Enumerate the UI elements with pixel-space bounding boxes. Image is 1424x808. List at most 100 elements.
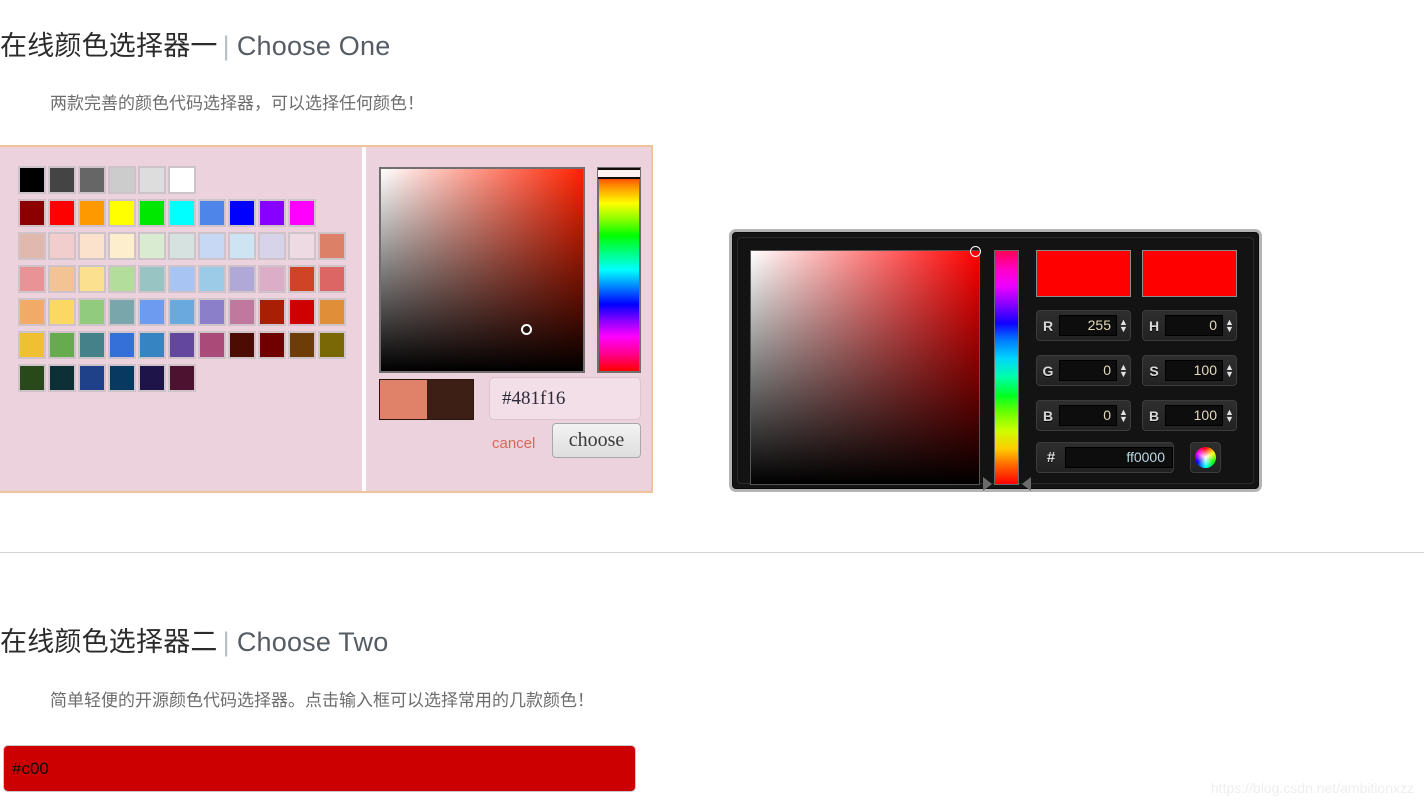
swatch-1-4[interactable] [138, 199, 166, 227]
swatch-6-2[interactable] [78, 364, 106, 392]
swatch-3-6[interactable] [198, 265, 226, 293]
swatch-6-5[interactable] [168, 364, 196, 392]
swatch-5-9[interactable] [288, 331, 316, 359]
field-g-rgb[interactable]: G 0 ▲ ▼ [1036, 355, 1131, 386]
field-value[interactable]: 100 [1165, 360, 1223, 381]
swatch-0-1[interactable] [48, 166, 76, 194]
swatch-6-0[interactable] [18, 364, 46, 392]
swatch-5-1[interactable] [48, 331, 76, 359]
sv-cursor-handle[interactable] [521, 324, 532, 335]
swatch-1-9[interactable] [288, 199, 316, 227]
field-value[interactable]: 0 [1059, 360, 1117, 381]
field-value[interactable]: 255 [1059, 315, 1117, 336]
field-value[interactable]: 0 [1165, 315, 1223, 336]
swatch-2-10[interactable] [318, 232, 346, 260]
swatch-3-8[interactable] [258, 265, 286, 293]
swatch-2-5[interactable] [168, 232, 196, 260]
swatch-6-3[interactable] [108, 364, 136, 392]
swatch-4-5[interactable] [168, 298, 196, 326]
field-b-rgb[interactable]: B 0 ▲ ▼ [1036, 400, 1131, 431]
field-b-hsb[interactable]: B 100 ▲ ▼ [1142, 400, 1237, 431]
swatch-4-8[interactable] [258, 298, 286, 326]
swatch-5-6[interactable] [198, 331, 226, 359]
swatch-5-3[interactable] [108, 331, 136, 359]
field-r-rgb[interactable]: R 255 ▲ ▼ [1036, 310, 1131, 341]
swatch-1-8[interactable] [258, 199, 286, 227]
swatch-2-6[interactable] [198, 232, 226, 260]
swatch-3-7[interactable] [228, 265, 256, 293]
swatch-4-6[interactable] [198, 298, 226, 326]
swatch-4-4[interactable] [138, 298, 166, 326]
swatch-2-2[interactable] [78, 232, 106, 260]
color-picker-one[interactable]: #481f16 cancel choose [0, 145, 653, 493]
hex-input-two[interactable]: # ff0000 [1036, 442, 1174, 473]
simple-color-input[interactable]: #c00 [3, 745, 636, 792]
swatch-4-3[interactable] [108, 298, 136, 326]
stepper-arrows-icon[interactable]: ▲ ▼ [1117, 362, 1130, 378]
swatch-3-1[interactable] [48, 265, 76, 293]
saturation-value-square-two[interactable] [750, 250, 980, 485]
swatch-3-9[interactable] [288, 265, 316, 293]
swatch-4-7[interactable] [228, 298, 256, 326]
swatch-2-7[interactable] [228, 232, 256, 260]
swatch-1-5[interactable] [168, 199, 196, 227]
swatch-4-0[interactable] [18, 298, 46, 326]
cancel-button[interactable]: cancel [492, 435, 535, 452]
swatch-2-8[interactable] [258, 232, 286, 260]
swatch-4-2[interactable] [78, 298, 106, 326]
swatch-3-5[interactable] [168, 265, 196, 293]
field-value[interactable]: 0 [1059, 405, 1117, 426]
stepper-arrows-icon[interactable]: ▲ ▼ [1117, 317, 1130, 333]
swatch-1-1[interactable] [48, 199, 76, 227]
swatch-5-4[interactable] [138, 331, 166, 359]
swatch-6-1[interactable] [48, 364, 76, 392]
swatch-2-9[interactable] [288, 232, 316, 260]
hex-input-one[interactable]: #481f16 [489, 377, 641, 420]
choose-button[interactable]: choose [552, 423, 641, 458]
swatch-3-3[interactable] [108, 265, 136, 293]
stepper-arrows-icon[interactable]: ▲ ▼ [1223, 317, 1236, 333]
stepper-arrows-icon[interactable]: ▲ ▼ [1117, 407, 1130, 423]
stepper-arrows-icon[interactable]: ▲ ▼ [1223, 407, 1236, 423]
swatch-4-1[interactable] [48, 298, 76, 326]
swatch-5-7[interactable] [228, 331, 256, 359]
swatch-6-4[interactable] [138, 364, 166, 392]
section-one-description: 两款完善的颜色代码选择器，可以选择任何颜色！ [50, 94, 424, 113]
swatch-0-3[interactable] [108, 166, 136, 194]
swatch-0-2[interactable] [78, 166, 106, 194]
saturation-value-square[interactable] [379, 167, 585, 373]
swatch-2-0[interactable] [18, 232, 46, 260]
swatch-4-10[interactable] [318, 298, 346, 326]
swatch-1-6[interactable] [198, 199, 226, 227]
swatch-2-3[interactable] [108, 232, 136, 260]
swatch-2-1[interactable] [48, 232, 76, 260]
swatch-0-5[interactable] [168, 166, 196, 194]
stepper-arrows-icon[interactable]: ▲ ▼ [1223, 362, 1236, 378]
swatch-1-7[interactable] [228, 199, 256, 227]
swatch-5-0[interactable] [18, 331, 46, 359]
swatch-2-4[interactable] [138, 232, 166, 260]
swatch-3-4[interactable] [138, 265, 166, 293]
swatch-0-0[interactable] [18, 166, 46, 194]
color-wheel-button[interactable] [1190, 442, 1221, 473]
swatch-5-10[interactable] [318, 331, 346, 359]
swatch-1-3[interactable] [108, 199, 136, 227]
section-one-title-en: Choose One [236, 31, 391, 61]
swatch-1-2[interactable] [78, 199, 106, 227]
field-h-hsb[interactable]: H 0 ▲ ▼ [1142, 310, 1237, 341]
swatch-5-8[interactable] [258, 331, 286, 359]
field-value[interactable]: 100 [1165, 405, 1223, 426]
swatch-1-0[interactable] [18, 199, 46, 227]
swatch-5-2[interactable] [78, 331, 106, 359]
swatch-3-10[interactable] [318, 265, 346, 293]
swatch-3-0[interactable] [18, 265, 46, 293]
swatch-4-9[interactable] [288, 298, 316, 326]
hex-value-two[interactable]: ff0000 [1065, 447, 1173, 468]
hue-slider-strip-two[interactable] [994, 250, 1019, 485]
swatch-0-4[interactable] [138, 166, 166, 194]
swatch-5-5[interactable] [168, 331, 196, 359]
swatch-3-2[interactable] [78, 265, 106, 293]
field-s-hsb[interactable]: S 100 ▲ ▼ [1142, 355, 1237, 386]
hue-slider-strip[interactable] [597, 167, 641, 373]
color-picker-two[interactable]: R 255 ▲ ▼ H 0 ▲ ▼ G 0 ▲ ▼ S 100 ▲ ▼ B 0 ▲ ▼ B 100 ▲ ▼ # ff0000 [729, 229, 1262, 492]
